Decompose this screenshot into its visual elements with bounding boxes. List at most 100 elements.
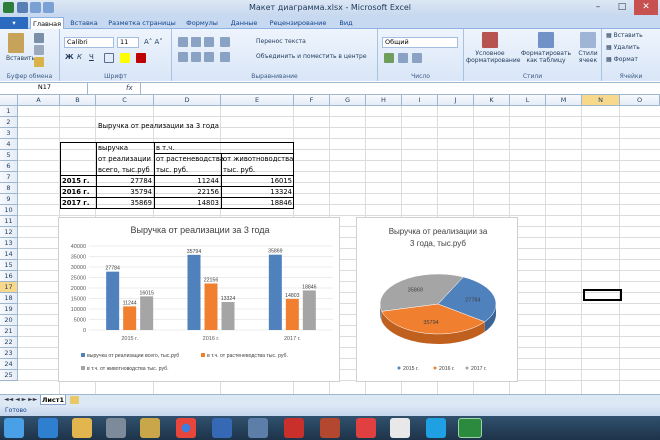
underline-button[interactable]: Ч — [89, 53, 94, 61]
align-left-icon[interactable] — [178, 52, 188, 62]
comma-icon[interactable] — [412, 53, 422, 63]
bar-1-0 — [187, 254, 201, 330]
bar-legend-swatch — [201, 353, 205, 357]
align-right-icon[interactable] — [204, 52, 214, 62]
bar-chart-ytick-label: 30000 — [71, 265, 86, 271]
format-as-table-icon[interactable] — [538, 32, 554, 48]
paste-icon[interactable] — [8, 33, 24, 53]
font-group: Calibri 11 A˄ A˅ Ж К Ч Шрифт — [60, 29, 172, 81]
sheet-tab-list1[interactable]: Лист1 — [40, 395, 66, 405]
bar-legend-swatch — [81, 366, 85, 370]
folder-icon[interactable] — [140, 418, 160, 438]
spreadsheet-grid[interactable]: A B C D E F G H I J K L M N O 1234567891… — [0, 95, 660, 394]
name-box[interactable]: N17 — [0, 83, 88, 94]
insert-function-button[interactable]: fx — [126, 84, 133, 92]
bar-0-0 — [106, 271, 120, 330]
currency-icon[interactable] — [384, 53, 394, 63]
delete-cells-button[interactable]: ▦ Удалить — [606, 44, 640, 51]
align-middle-icon[interactable] — [191, 37, 201, 47]
bar-chart-ytick-label: 35000 — [71, 255, 86, 261]
bar-chart-category-label: 2017 г. — [284, 336, 301, 342]
bar-chart-category-label: 2015 г. — [121, 336, 138, 342]
file-explorer-icon[interactable] — [72, 418, 92, 438]
tab-data[interactable]: Данные — [226, 17, 262, 29]
bar-chart-ytick-label: 0 — [83, 328, 86, 334]
bar-data-label: 11244 — [123, 300, 137, 306]
cell-styles-icon[interactable] — [580, 32, 596, 48]
start-button-icon[interactable] — [4, 418, 24, 438]
tab-formulas[interactable]: Формулы — [182, 17, 222, 29]
tab-page-layout[interactable]: Разметка страницы — [106, 17, 178, 29]
format-painter-icon[interactable] — [34, 57, 44, 67]
ie-icon[interactable] — [38, 418, 58, 438]
bar-legend-label: в т.ч. от животноводства тыс. руб. — [87, 366, 169, 372]
wrap-text-button[interactable]: Перенос текста — [256, 38, 306, 45]
taskbar-app-icon[interactable] — [106, 418, 126, 438]
percent-icon[interactable] — [398, 53, 408, 63]
bar-data-label: 18846 — [302, 284, 317, 290]
status-bar: Готово — [0, 405, 660, 416]
yandex-browser-icon[interactable] — [390, 418, 410, 438]
conditional-formatting-button[interactable]: Условное форматирование — [466, 50, 520, 64]
tab-review[interactable]: Рецензирование — [266, 17, 330, 29]
borders-icon[interactable] — [104, 53, 114, 63]
font-size-select[interactable]: 11 — [117, 37, 139, 48]
fill-color-icon[interactable] — [120, 53, 130, 63]
bar-data-label: 35794 — [187, 249, 202, 255]
file-tab[interactable]: ▾ — [0, 17, 28, 29]
italic-button[interactable]: К — [77, 53, 82, 61]
sheet-nav-buttons[interactable]: ◄◄ ◄ ► ►► — [4, 396, 37, 403]
powerpoint-icon[interactable] — [320, 418, 340, 438]
bold-button[interactable]: Ж — [65, 53, 74, 61]
taskbar-tool-icon[interactable] — [248, 418, 268, 438]
format-as-table-button[interactable]: Форматировать как таблицу — [520, 50, 572, 64]
bar-2-1 — [285, 298, 299, 330]
bar-chart[interactable]: Выручка от реализации за 3 года 0 5000 100… — [58, 217, 340, 382]
orientation-icon[interactable] — [220, 37, 230, 47]
number-format-select[interactable]: Общий — [382, 37, 458, 48]
cut-icon[interactable] — [34, 33, 44, 43]
yandex-icon[interactable] — [356, 418, 376, 438]
insert-cells-button[interactable]: ▦ Вставить — [606, 32, 643, 39]
align-top-icon[interactable] — [178, 37, 188, 47]
align-center-icon[interactable] — [191, 52, 201, 62]
pie-legend-marker — [465, 366, 469, 370]
conditional-formatting-icon[interactable] — [482, 32, 498, 48]
bar-2-2 — [302, 290, 316, 330]
minimize-button[interactable]: – — [586, 0, 610, 15]
maximize-button[interactable]: □ — [610, 0, 634, 15]
cell-styles-button[interactable]: Стили ячеек — [574, 50, 602, 64]
number-group-label: Число — [411, 73, 430, 80]
selected-cell-n17[interactable] — [583, 289, 622, 301]
bar-2-0 — [268, 254, 282, 330]
bar-chart-svg: Выручка от реализации за 3 года 0 5000 100… — [71, 225, 333, 372]
bar-data-label: 22156 — [204, 277, 219, 283]
bar-chart-ytick-label: 10000 — [71, 307, 86, 313]
font-color-icon[interactable] — [136, 53, 146, 63]
tab-insert[interactable]: Вставка — [66, 17, 102, 29]
bar-legend-swatch — [81, 353, 85, 357]
font-name-select[interactable]: Calibri — [64, 37, 114, 48]
paste-button[interactable]: Вставить — [6, 55, 35, 62]
bar-data-label: 35869 — [268, 249, 283, 255]
pie-legend-label: 2017 г. — [471, 366, 487, 372]
pie-legend-marker — [433, 366, 437, 370]
align-bottom-icon[interactable] — [204, 37, 214, 47]
excel-taskbar-icon[interactable] — [458, 418, 482, 438]
format-cells-button[interactable]: ▦ Формат — [606, 56, 638, 63]
indent-icon[interactable] — [220, 52, 230, 62]
alignment-group-label: Выравнивание — [251, 73, 298, 80]
pie-chart[interactable]: Выручка от реализации за 3 года, тыс.руб 2… — [356, 217, 518, 382]
close-button[interactable]: ✕ — [634, 0, 658, 15]
insert-sheet-icon[interactable] — [70, 396, 79, 404]
word-icon[interactable] — [212, 418, 232, 438]
tab-view[interactable]: Вид — [334, 17, 358, 29]
skype-icon[interactable] — [426, 418, 446, 438]
merge-center-button[interactable]: Объединить и поместить в центре — [256, 53, 367, 60]
copy-icon[interactable] — [34, 45, 44, 55]
chrome-icon[interactable] — [176, 418, 196, 438]
formula-input[interactable] — [140, 83, 660, 94]
power-icon[interactable] — [284, 418, 304, 438]
tab-home[interactable]: Главная — [30, 17, 64, 29]
grow-font-button[interactable]: A˄ A˅ — [144, 38, 163, 46]
